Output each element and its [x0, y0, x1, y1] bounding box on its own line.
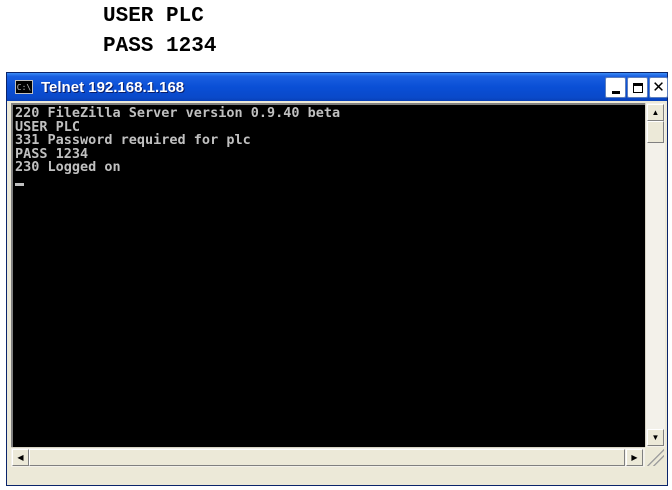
minimize-button[interactable]: [605, 77, 626, 98]
scroll-right-arrow-icon: ▶: [631, 453, 638, 462]
horizontal-scrollbar[interactable]: ◀ ▶: [11, 447, 645, 467]
maximize-icon: [632, 82, 643, 93]
title-bar[interactable]: C:\ Telnet 192.168.1.168 ✕: [7, 73, 668, 101]
horizontal-scroll-thumb[interactable]: [29, 449, 625, 466]
scroll-up-button[interactable]: ▲: [647, 104, 664, 121]
scroll-left-button[interactable]: ◀: [12, 449, 29, 466]
scroll-right-button[interactable]: ▶: [626, 449, 643, 466]
window-title: Telnet 192.168.1.168: [41, 78, 185, 96]
scroll-down-button[interactable]: ▼: [647, 429, 664, 446]
maximize-button[interactable]: [627, 77, 648, 98]
text-cursor: [15, 182, 24, 186]
telnet-window: C:\ Telnet 192.168.1.168 ✕ 220 FileZilla…: [6, 72, 668, 486]
close-button[interactable]: ✕: [649, 77, 668, 98]
caption: USER PLC PASS 1234: [103, 2, 216, 62]
console-app-icon[interactable]: C:\: [15, 80, 33, 94]
close-icon: ✕: [652, 78, 665, 96]
console-line: 230 Logged on: [15, 159, 121, 176]
resize-grip[interactable]: [645, 447, 664, 466]
console-line: 331 Password required for plc: [15, 132, 251, 149]
vertical-scrollbar[interactable]: ▲ ▼: [645, 103, 665, 447]
scroll-down-arrow-icon: ▼: [651, 433, 660, 442]
console-output[interactable]: 220 FileZilla Server version 0.9.40 beta…: [11, 103, 645, 447]
vertical-scroll-thumb[interactable]: [647, 121, 664, 143]
minimize-icon: [611, 90, 620, 94]
caption-line-user: USER PLC: [103, 5, 204, 28]
caption-line-pass: PASS 1234: [103, 35, 217, 58]
console-line: 220 FileZilla Server version 0.9.40 beta: [15, 105, 341, 121]
scroll-up-arrow-icon: ▲: [651, 108, 660, 117]
scroll-left-arrow-icon: ◀: [17, 453, 24, 462]
